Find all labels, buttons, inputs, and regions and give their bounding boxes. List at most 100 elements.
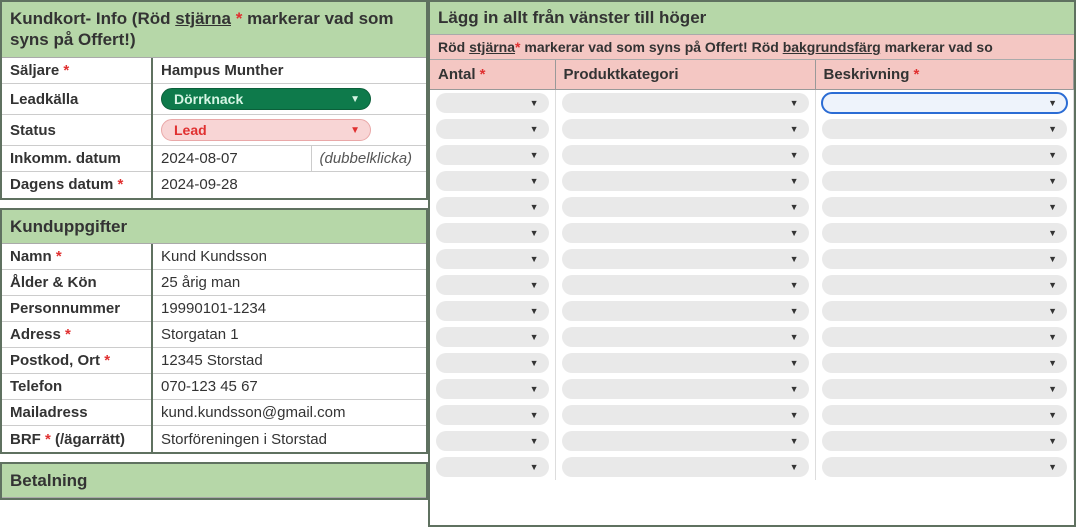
antal-dropdown[interactable]: ▼ — [436, 353, 549, 373]
kategori-dropdown[interactable]: ▼ — [562, 223, 809, 243]
chevron-down-icon: ▼ — [530, 228, 539, 238]
kategori-dropdown[interactable]: ▼ — [562, 119, 809, 139]
beskrivning-dropdown[interactable]: ▼ — [822, 171, 1068, 191]
alder-value[interactable]: 25 årig man — [152, 270, 426, 296]
kategori-dropdown[interactable]: ▼ — [562, 171, 809, 191]
kategori-dropdown[interactable]: ▼ — [562, 457, 809, 477]
beskrivning-dropdown[interactable]: ▼ — [822, 379, 1068, 399]
kategori-dropdown[interactable]: ▼ — [562, 197, 809, 217]
antal-dropdown[interactable]: ▼ — [436, 301, 549, 321]
antal-dropdown[interactable]: ▼ — [436, 145, 549, 165]
kategori-dropdown[interactable]: ▼ — [562, 145, 809, 165]
chevron-down-icon: ▼ — [790, 280, 799, 290]
chevron-down-icon: ▼ — [790, 332, 799, 342]
beskrivning-dropdown[interactable]: ▼ — [822, 223, 1068, 243]
antal-dropdown[interactable]: ▼ — [436, 119, 549, 139]
beskrivning-dropdown[interactable]: ▼ — [822, 93, 1068, 113]
chevron-down-icon: ▼ — [530, 306, 539, 316]
chevron-down-icon: ▼ — [350, 125, 360, 136]
kategori-dropdown[interactable]: ▼ — [562, 405, 809, 425]
antal-dropdown[interactable]: ▼ — [436, 275, 549, 295]
chevron-down-icon: ▼ — [1048, 150, 1057, 160]
beskrivning-dropdown[interactable]: ▼ — [822, 275, 1068, 295]
kategori-dropdown[interactable]: ▼ — [562, 249, 809, 269]
chevron-down-icon: ▼ — [350, 94, 360, 105]
table-row: ▼ ▼ ▼ — [430, 246, 1074, 272]
pnr-value[interactable]: 19990101-1234 — [152, 296, 426, 322]
leadkalla-dropdown[interactable]: Dörrknack ▼ — [161, 88, 371, 110]
chevron-down-icon: ▼ — [1048, 280, 1057, 290]
kategori-dropdown[interactable]: ▼ — [562, 327, 809, 347]
table-row: ▼ ▼ ▼ — [430, 376, 1074, 402]
beskrivning-dropdown[interactable]: ▼ — [822, 119, 1068, 139]
kundkort-section: Kundkort- Info (Röd stjärna * markerar v… — [0, 0, 428, 200]
beskrivning-dropdown[interactable]: ▼ — [822, 301, 1068, 321]
beskrivning-dropdown[interactable]: ▼ — [822, 405, 1068, 425]
chevron-down-icon: ▼ — [1048, 228, 1057, 238]
table-row: ▼ ▼ ▼ — [430, 428, 1074, 454]
status-dropdown[interactable]: Lead ▼ — [161, 119, 371, 141]
beskrivning-dropdown[interactable]: ▼ — [822, 145, 1068, 165]
text: Röd — [438, 39, 469, 55]
chevron-down-icon: ▼ — [790, 436, 799, 446]
adress-value[interactable]: Storgatan 1 — [152, 322, 426, 348]
table-row: ▼ ▼ ▼ — [430, 90, 1074, 117]
namn-value[interactable]: Kund Kundsson — [152, 244, 426, 270]
inkomm-label: Inkomm. datum — [2, 146, 152, 172]
table-row: ▼ ▼ ▼ — [430, 142, 1074, 168]
star-icon: * — [56, 248, 62, 265]
chevron-down-icon: ▼ — [790, 176, 799, 186]
kategori-dropdown[interactable]: ▼ — [562, 301, 809, 321]
inkomm-value[interactable]: 2024-08-07 — [152, 146, 311, 172]
antal-dropdown[interactable]: ▼ — [436, 405, 549, 425]
products-grid-body: ▼▼▼▼▼▼▼▼▼▼▼▼▼▼▼▼▼▼▼▼▼▼▼▼▼▼▼▼▼▼▼▼▼▼▼▼▼▼▼▼… — [430, 90, 1074, 481]
antal-dropdown[interactable]: ▼ — [436, 379, 549, 399]
saljare-value[interactable]: Hampus Munther — [152, 58, 426, 84]
col-besk-header: Beskrivning * — [815, 60, 1074, 90]
beskrivning-dropdown[interactable]: ▼ — [822, 327, 1068, 347]
chevron-down-icon: ▼ — [1048, 306, 1057, 316]
kategori-dropdown[interactable]: ▼ — [562, 275, 809, 295]
dagens-value[interactable]: 2024-09-28 — [152, 172, 426, 198]
antal-dropdown[interactable]: ▼ — [436, 197, 549, 217]
text-underline: bakgrundsfärg — [783, 39, 881, 55]
postkod-label: Postkod, Ort * — [2, 348, 152, 374]
chevron-down-icon: ▼ — [790, 358, 799, 368]
beskrivning-dropdown[interactable]: ▼ — [822, 457, 1068, 477]
chevron-down-icon: ▼ — [530, 202, 539, 212]
mail-value[interactable]: kund.kundsson@gmail.com — [152, 400, 426, 426]
kundkort-table: Säljare * Hampus Munther Leadkälla Dörrk… — [2, 58, 426, 198]
star-icon: * — [480, 66, 486, 83]
telefon-value[interactable]: 070-123 45 67 — [152, 374, 426, 400]
beskrivning-dropdown[interactable]: ▼ — [822, 353, 1068, 373]
chevron-down-icon: ▼ — [790, 98, 799, 108]
antal-dropdown[interactable]: ▼ — [436, 327, 549, 347]
beskrivning-dropdown[interactable]: ▼ — [822, 431, 1068, 451]
chevron-down-icon: ▼ — [790, 228, 799, 238]
kategori-dropdown[interactable]: ▼ — [562, 353, 809, 373]
chevron-down-icon: ▼ — [530, 462, 539, 472]
kategori-dropdown[interactable]: ▼ — [562, 379, 809, 399]
antal-dropdown[interactable]: ▼ — [436, 249, 549, 269]
antal-dropdown[interactable]: ▼ — [436, 223, 549, 243]
antal-dropdown[interactable]: ▼ — [436, 93, 549, 113]
brf-value[interactable]: Storföreningen i Storstad — [152, 426, 426, 452]
text: Adress — [10, 326, 65, 343]
beskrivning-dropdown[interactable]: ▼ — [822, 197, 1068, 217]
table-row: ▼ ▼ ▼ — [430, 324, 1074, 350]
dropdown-value: Dörrknack — [174, 91, 243, 107]
products-grid: Antal * Produktkategori Beskrivning * ▼▼… — [430, 60, 1074, 480]
chevron-down-icon: ▼ — [530, 150, 539, 160]
kategori-dropdown[interactable]: ▼ — [562, 431, 809, 451]
kategori-dropdown[interactable]: ▼ — [562, 93, 809, 113]
antal-dropdown[interactable]: ▼ — [436, 171, 549, 191]
beskrivning-dropdown[interactable]: ▼ — [822, 249, 1068, 269]
status-label: Status — [2, 115, 152, 146]
chevron-down-icon: ▼ — [1048, 384, 1057, 394]
postkod-value[interactable]: 12345 Storstad — [152, 348, 426, 374]
chevron-down-icon: ▼ — [1048, 202, 1057, 212]
antal-dropdown[interactable]: ▼ — [436, 457, 549, 477]
antal-dropdown[interactable]: ▼ — [436, 431, 549, 451]
betalning-header: Betalning — [2, 464, 426, 498]
chevron-down-icon: ▼ — [1048, 254, 1057, 264]
